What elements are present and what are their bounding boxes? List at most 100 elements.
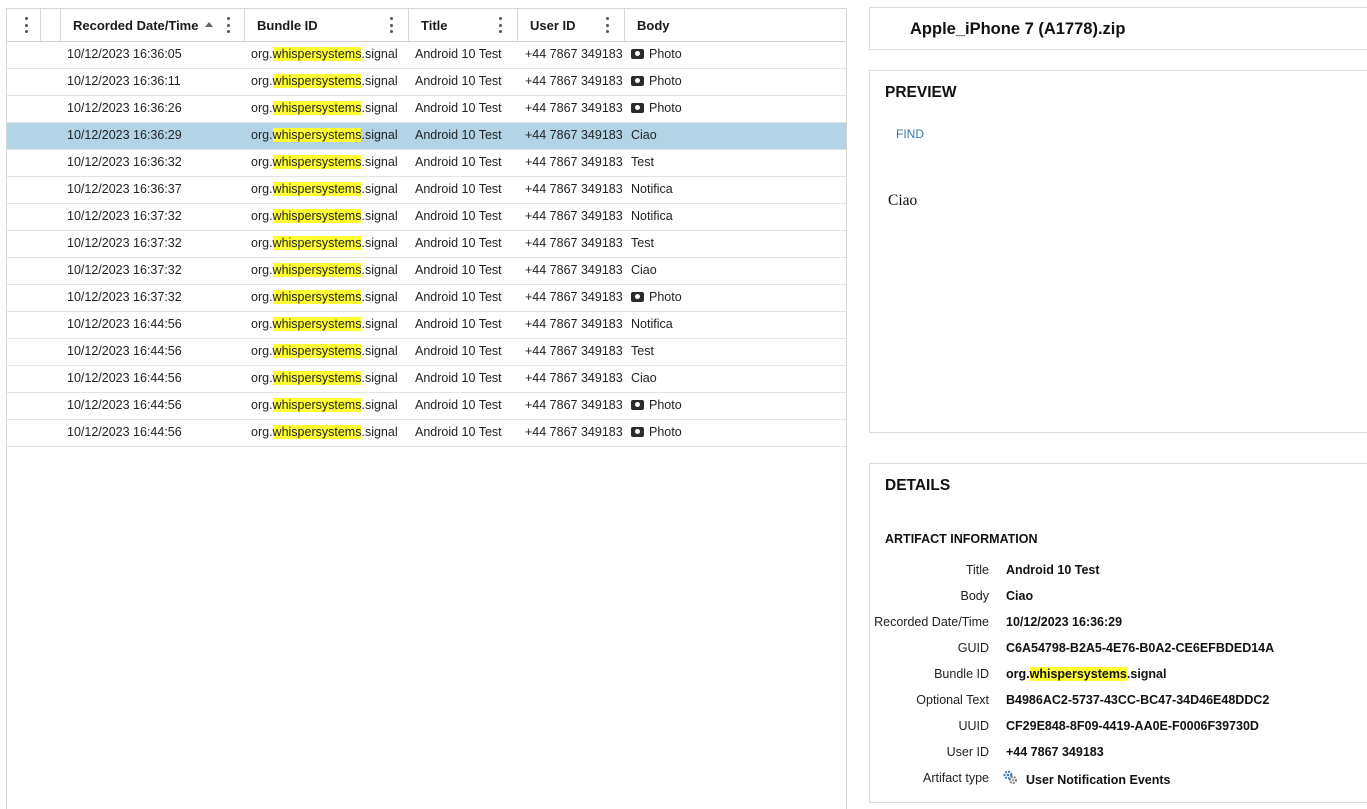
body-cell: Photo <box>631 285 682 311</box>
bundle-id-cell: org.whispersystems.signal <box>251 285 398 311</box>
column-menu-icon[interactable] <box>389 17 393 33</box>
camera-icon <box>631 76 644 86</box>
column-label: Recorded Date/Time <box>73 17 199 33</box>
column-label: Title <box>421 17 448 33</box>
column-menu-icon[interactable] <box>498 17 502 33</box>
bundle-prefix: org. <box>251 263 273 277</box>
body-cell: Photo <box>631 96 682 122</box>
detail-value: org.whispersystems.signal <box>1006 667 1166 681</box>
table-row[interactable]: 10/12/2023 16:44:56 org.whispersystems.si… <box>7 393 846 420</box>
bundle-prefix: org. <box>251 128 273 142</box>
bundle-id-cell: org.whispersystems.signal <box>251 420 398 446</box>
detail-value: 10/12/2023 16:36:29 <box>1006 615 1123 629</box>
recorded-cell: 10/12/2023 16:36:05 <box>67 47 182 61</box>
table-row[interactable]: 10/12/2023 16:44:56 org.whispersystems.si… <box>7 339 846 366</box>
bundle-id-cell: org.whispersystems.signal <box>251 42 398 68</box>
details-title: DETAILS <box>885 477 951 494</box>
recorded-cell: 10/12/2023 16:44:56 <box>67 317 182 331</box>
table-row[interactable]: 10/12/2023 16:44:56 org.whispersystems.si… <box>7 312 846 339</box>
body-text: Notifica <box>631 182 673 196</box>
detail-label: Bundle ID <box>934 667 989 681</box>
recorded-cell: 10/12/2023 16:36:11 <box>67 74 181 88</box>
detail-value: C6A54798-B2A5-4E76-B0A2-CE6EFBDED14A <box>1006 641 1275 655</box>
table-row[interactable]: 10/12/2023 16:36:37 org.whispersystems.si… <box>7 177 846 204</box>
body-cell: Notifica <box>631 312 673 338</box>
bundle-prefix: org. <box>251 209 273 223</box>
title-cell: Android 10 Test <box>415 47 502 61</box>
table-row[interactable]: 10/12/2023 16:37:32 org.whispersystems.si… <box>7 285 846 312</box>
recorded-cell: 10/12/2023 16:44:56 <box>67 425 182 439</box>
flag-column[interactable] <box>41 9 61 41</box>
detail-value: +44 7867 349183 <box>1006 745 1104 759</box>
detail-row-artifact-type: Artifact type User Notification Events <box>870 770 1367 791</box>
user-id-cell: +44 7867 349183 <box>525 74 623 88</box>
body-cell: Ciao <box>631 258 657 284</box>
recorded-cell: 10/12/2023 16:44:56 <box>67 398 182 412</box>
column-header-recorded[interactable]: Recorded Date/Time <box>61 9 245 41</box>
bundle-prefix: org. <box>251 290 273 304</box>
table-row[interactable]: 10/12/2023 16:44:56 org.whispersystems.si… <box>7 366 846 393</box>
column-menu-icon[interactable] <box>226 17 230 33</box>
detail-value: B4986AC2-5737-43CC-BC47-34D46E48DDC2 <box>1006 693 1270 707</box>
sort-ascending-icon[interactable] <box>205 22 213 27</box>
bundle-prefix: org. <box>251 74 273 88</box>
preview-panel: PREVIEW FIND Ciao <box>869 70 1367 433</box>
title-cell: Android 10 Test <box>415 182 502 196</box>
title-cell: Android 10 Test <box>415 236 502 250</box>
search-highlight: whispersystems <box>272 344 362 358</box>
title-cell: Android 10 Test <box>415 263 502 277</box>
user-id-cell: +44 7867 349183 <box>525 371 623 385</box>
table-row[interactable]: 10/12/2023 16:44:56 org.whispersystems.si… <box>7 420 846 447</box>
bundle-suffix: .signal <box>361 209 398 223</box>
table-row[interactable]: 10/12/2023 16:37:32 org.whispersystems.si… <box>7 258 846 285</box>
bundle-suffix: .signal <box>361 371 398 385</box>
preview-content: Ciao <box>888 192 918 209</box>
bundle-prefix: org. <box>251 371 273 385</box>
detail-value: CF29E848-8F09-4419-AA0E-F0006F39730D <box>1006 719 1259 733</box>
bundle-suffix: .signal <box>361 425 398 439</box>
row-menu-column[interactable] <box>7 9 41 41</box>
detail-row: Optional Text B4986AC2-5737-43CC-BC47-34D… <box>870 693 1367 713</box>
detail-label: GUID <box>957 641 989 655</box>
column-header-bundle-id[interactable]: Bundle ID <box>245 9 409 41</box>
detail-row: Recorded Date/Time 10/12/2023 16:36:29 <box>870 615 1367 635</box>
table-row[interactable]: 10/12/2023 16:36:29 org.whispersystems.si… <box>7 123 846 150</box>
detail-row: UUID CF29E848-8F09-4419-AA0E-F0006F39730D <box>870 719 1367 739</box>
title-cell: Android 10 Test <box>415 290 502 304</box>
column-menu-icon[interactable] <box>24 17 28 33</box>
title-cell: Android 10 Test <box>415 128 502 142</box>
camera-icon <box>631 400 644 410</box>
table-row[interactable]: 10/12/2023 16:36:11 org.whispersystems.si… <box>7 69 846 96</box>
table-row[interactable]: 10/12/2023 16:36:05 org.whispersystems.si… <box>7 42 846 69</box>
bundle-id-cell: org.whispersystems.signal <box>251 123 398 149</box>
user-id-cell: +44 7867 349183 <box>525 209 623 223</box>
detail-label: Artifact type <box>923 771 989 785</box>
search-highlight: whispersystems <box>272 398 362 412</box>
bundle-prefix: org. <box>251 425 273 439</box>
column-header-user-id[interactable]: User ID <box>518 9 625 41</box>
column-label: User ID <box>530 17 576 33</box>
table-row[interactable]: 10/12/2023 16:36:26 org.whispersystems.si… <box>7 96 846 123</box>
artifact-type-value: User Notification Events <box>1026 773 1171 787</box>
column-menu-icon[interactable] <box>605 17 609 33</box>
recorded-cell: 10/12/2023 16:37:32 <box>67 263 182 277</box>
file-name: Apple_iPhone 7 (A1778).zip <box>910 20 1126 38</box>
table-row[interactable]: 10/12/2023 16:36:32 org.whispersystems.si… <box>7 150 846 177</box>
search-highlight: whispersystems <box>272 74 362 88</box>
column-header-title[interactable]: Title <box>409 9 518 41</box>
bundle-prefix: org. <box>251 47 273 61</box>
gear-icon <box>1003 770 1017 784</box>
body-text: Photo <box>649 290 682 304</box>
find-button[interactable]: FIND <box>896 127 924 141</box>
body-text: Ciao <box>631 371 657 385</box>
table-row[interactable]: 10/12/2023 16:37:32 org.whispersystems.si… <box>7 231 846 258</box>
title-cell: Android 10 Test <box>415 425 502 439</box>
body-text: Test <box>631 344 654 358</box>
detail-row: Title Android 10 Test <box>870 563 1367 583</box>
body-text: Notifica <box>631 317 673 331</box>
table-row[interactable]: 10/12/2023 16:37:32 org.whispersystems.si… <box>7 204 846 231</box>
column-header-body[interactable]: Body <box>625 9 846 41</box>
search-highlight: whispersystems <box>272 425 362 439</box>
bundle-prefix: org. <box>251 344 273 358</box>
detail-label: UUID <box>958 719 989 733</box>
